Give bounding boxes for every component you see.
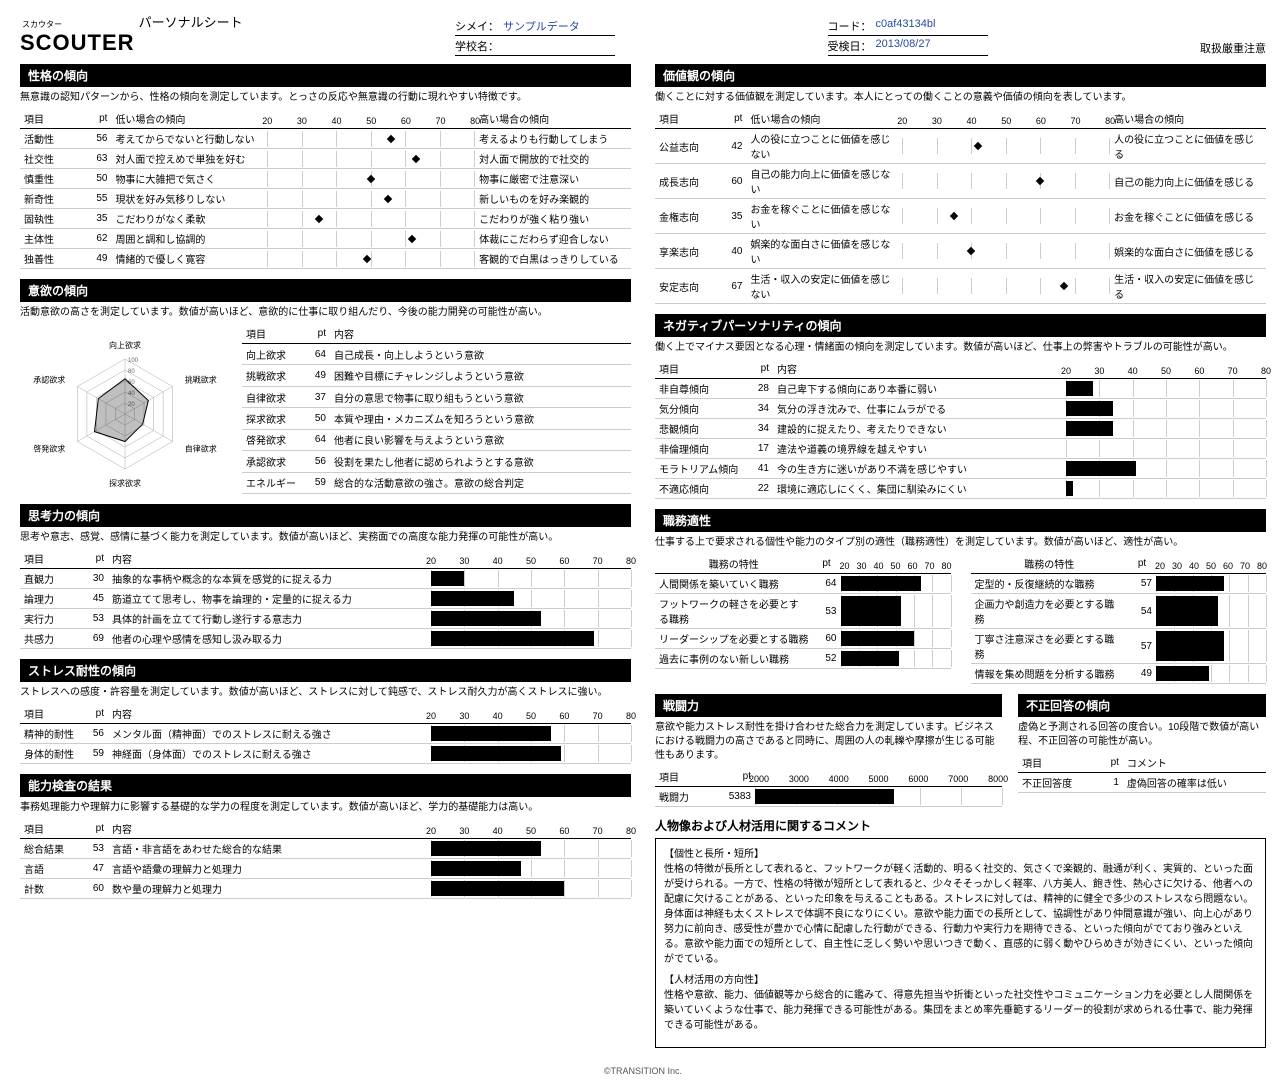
section-combat: 戦闘力 意欲や能力ストレス耐性を掛け合わせた総合力を測定しています。ビジネスにお… [655,694,1002,807]
table-row: 総合結果53言語・非言語をあわせた総合的な結果 [20,839,631,859]
logo: スカウター SCOUTER パーソナルシート [20,12,243,56]
section-negative: ネガティブパーソナリティの傾向 働く上でマイナス要因となる心理・情緒面の傾向を測… [655,314,1266,499]
table-row: 企画力や創造力を必要とする職務54 [971,594,1267,629]
scale-ticks: 20304050607080 [267,112,475,126]
section-values: 価値観の傾向 働くことに対する価値観を測定しています。本人にとっての働くことの意… [655,64,1266,304]
svg-text:自律欲求: 自律欲求 [185,444,217,454]
table-row: 探求欲求50本質や理由・メカニズムを知ろうという意欲 [242,408,631,429]
table-row: 活動性56考えてからでないと行動しない考えるよりも行動してしまう [20,129,631,149]
table-row: 過去に事例のない新しい職務52 [655,649,951,669]
meta-left: シメイ：サンプルデータ 学校名： [455,18,615,56]
meta-right: コード：c0af43134bl 受検日：2013/08/27 [828,18,988,56]
table-row: 固執性35こだわりがなく柔軟こだわりが強く粘り強い [20,209,631,229]
comment-box: 【個性と長所・短所】性格の特徴が長所として表れると、フットワークが軽く活動的、明… [655,838,1266,1048]
footer-copyright: ©TRANSITION Inc. [20,1066,1266,1076]
svg-text:挑戦欲求: 挑戦欲求 [185,375,217,385]
table-row: 非自尊傾向28自己卑下する傾向にあり本番に弱い [655,379,1266,399]
table-row: 直観力30抽象的な事柄や概念的な本質を感覚的に捉える力 [20,569,631,589]
table-row: 計数60数や量の理解力と処理力 [20,879,631,899]
table-row: 論理力45筋道立てて思考し、物事を論理的・定量的に捉える力 [20,589,631,609]
section-thinking: 思考力の傾向 思考や意志、感覚、感情に基づく能力を測定しています。数値が高いほど… [20,504,631,649]
svg-text:100: 100 [128,358,139,364]
logo-ruby: スカウター [22,19,135,30]
section-comment: 人物像および人材活用に関するコメント 【個性と長所・短所】性格の特徴が長所として… [655,817,1266,1048]
section-ability: 能力検査の結果 事務処理能力や理解力に影響する基礎的な学力の程度を測定しています… [20,774,631,899]
table-row: 身体的耐性59神経面（身体面）でのストレスに耐える強さ [20,744,631,764]
table-row: フットワークの軽さを必要とする職務53 [655,594,951,629]
table-row: 情報を集め問題を分析する職務49 [971,664,1267,684]
table-row: 公益志向42人の役に立つことに価値を感じない人の役に立つことに価値を感じる [655,129,1266,164]
section-title: 性格の傾向 [20,64,631,87]
table-row: 挑戦欲求49困難や目標にチャレンジしようという意欲 [242,365,631,386]
svg-text:承認欲求: 承認欲求 [33,375,65,385]
table-row: 気分傾向34気分の浮き沈みで、仕事にムラがでる [655,399,1266,419]
table-row: 向上欲求64自己成長・向上しようという意欲 [242,344,631,365]
table-row: 不適応傾向22環境に適応しにくく、集団に馴染みにくい [655,479,1266,499]
table-row: 安定志向67生活・収入の安定に価値を感じない生活・収入の安定に価値を感じる [655,269,1266,304]
radar-chart: 20406080100向上欲求挑戦欲求自律欲求探求欲求啓発欲求承認欲求 [20,324,230,494]
table-row: 丁寧さ注意深さを必要とする職務57 [971,629,1267,664]
table-row: 成長志向60自己の能力向上に価値を感じない自己の能力向上に価値を感じる [655,164,1266,199]
table-row: エネルギー59総合的な活動意欲の強さ。意欲の総合判定 [242,472,631,493]
table-row: 言語47言語や語彙の理解力と処理力 [20,859,631,879]
table-row: 主体性62周囲と調和し協調的体裁にこだわらず迎合しない [20,229,631,249]
table-row: 戦闘力5383 [655,787,1002,807]
personality-table: 項目 pt 低い場合の傾向 20304050607080 高い場合の傾向 活動性… [20,109,631,269]
table-row: 金権志向35お金を稼ぐことに価値を感じないお金を稼ぐことに価値を感じる [655,199,1266,234]
logo-sub: パーソナルシート [139,12,243,31]
table-row: 定型的・反復継続的な職務57 [971,574,1267,594]
table-row: 独善性49情緒的で優しく寛容客観的で白黒はっきりしている [20,249,631,269]
section-fraud: 不正回答の傾向 虚偽と予測される回答の度合い。10段階で数値が高い程、不正回答の… [1018,694,1266,807]
table-row: 社交性63対人面で控えめで単独を好む対人面で開放的で社交的 [20,149,631,169]
logo-main: SCOUTER [20,30,135,55]
table-row: 新奇性55現状を好み気移りしない新しいものを好み楽観的 [20,189,631,209]
section-stress: ストレス耐性の傾向 ストレスへの感度・許容量を測定しています。数値が高いほど、ス… [20,659,631,764]
svg-text:80: 80 [128,369,135,375]
table-row: 実行力53具体的計画を立てて行動し遂行する意志力 [20,609,631,629]
section-motivation: 意欲の傾向 活動意欲の高さを測定しています。数値が高いほど、意欲的に仕事に取り組… [20,279,631,494]
table-row: 精神的耐性56メンタル面（精神面）でのストレスに耐える強さ [20,724,631,744]
svg-text:啓発欲求: 啓発欲求 [33,444,65,454]
table-row: モラトリアム傾向41今の生き方に迷いがあり不満を感じやすい [655,459,1266,479]
section-job-fit: 職務適性 仕事する上で要求される個性や能力のタイプ別の適性（職務適性）を測定して… [655,509,1266,684]
confidential-label: 取扱厳重注意 [1200,40,1266,56]
table-row: 慎重性50物事に大雑把で気さく物事に厳密で注意深い [20,169,631,189]
table-row: 享楽志向40娯楽的な面白さに価値を感じない娯楽的な面白さに価値を感じる [655,234,1266,269]
section-personality: 性格の傾向 無意識の認知パターンから、性格の傾向を測定しています。とっさの反応や… [20,64,631,269]
header: スカウター SCOUTER パーソナルシート シメイ：サンプルデータ 学校名： … [20,12,1266,56]
svg-text:探求欲求: 探求欲求 [109,478,141,488]
table-row: 自律欲求37自分の意思で物事に取り組もうという意欲 [242,386,631,407]
table-row: 不正回答度1虚偽回答の確率は低い [1018,773,1266,793]
table-row: 共感力69他者の心理や感情を感知し汲み取る力 [20,629,631,649]
table-row: 非倫理傾向17違法や道義の境界線を越えやすい [655,439,1266,459]
table-row: 啓発欲求64他者に良い影響を与えようという意欲 [242,429,631,450]
svg-text:向上欲求: 向上欲求 [109,340,141,350]
table-row: リーダーシップを必要とする職務60 [655,629,951,649]
table-row: 人間関係を築いていく職務64 [655,574,951,594]
table-row: 悲観傾向34建設的に捉えたり、考えたりできない [655,419,1266,439]
table-row: 承認欲求56役割を果たし他者に認められようとする意欲 [242,451,631,472]
